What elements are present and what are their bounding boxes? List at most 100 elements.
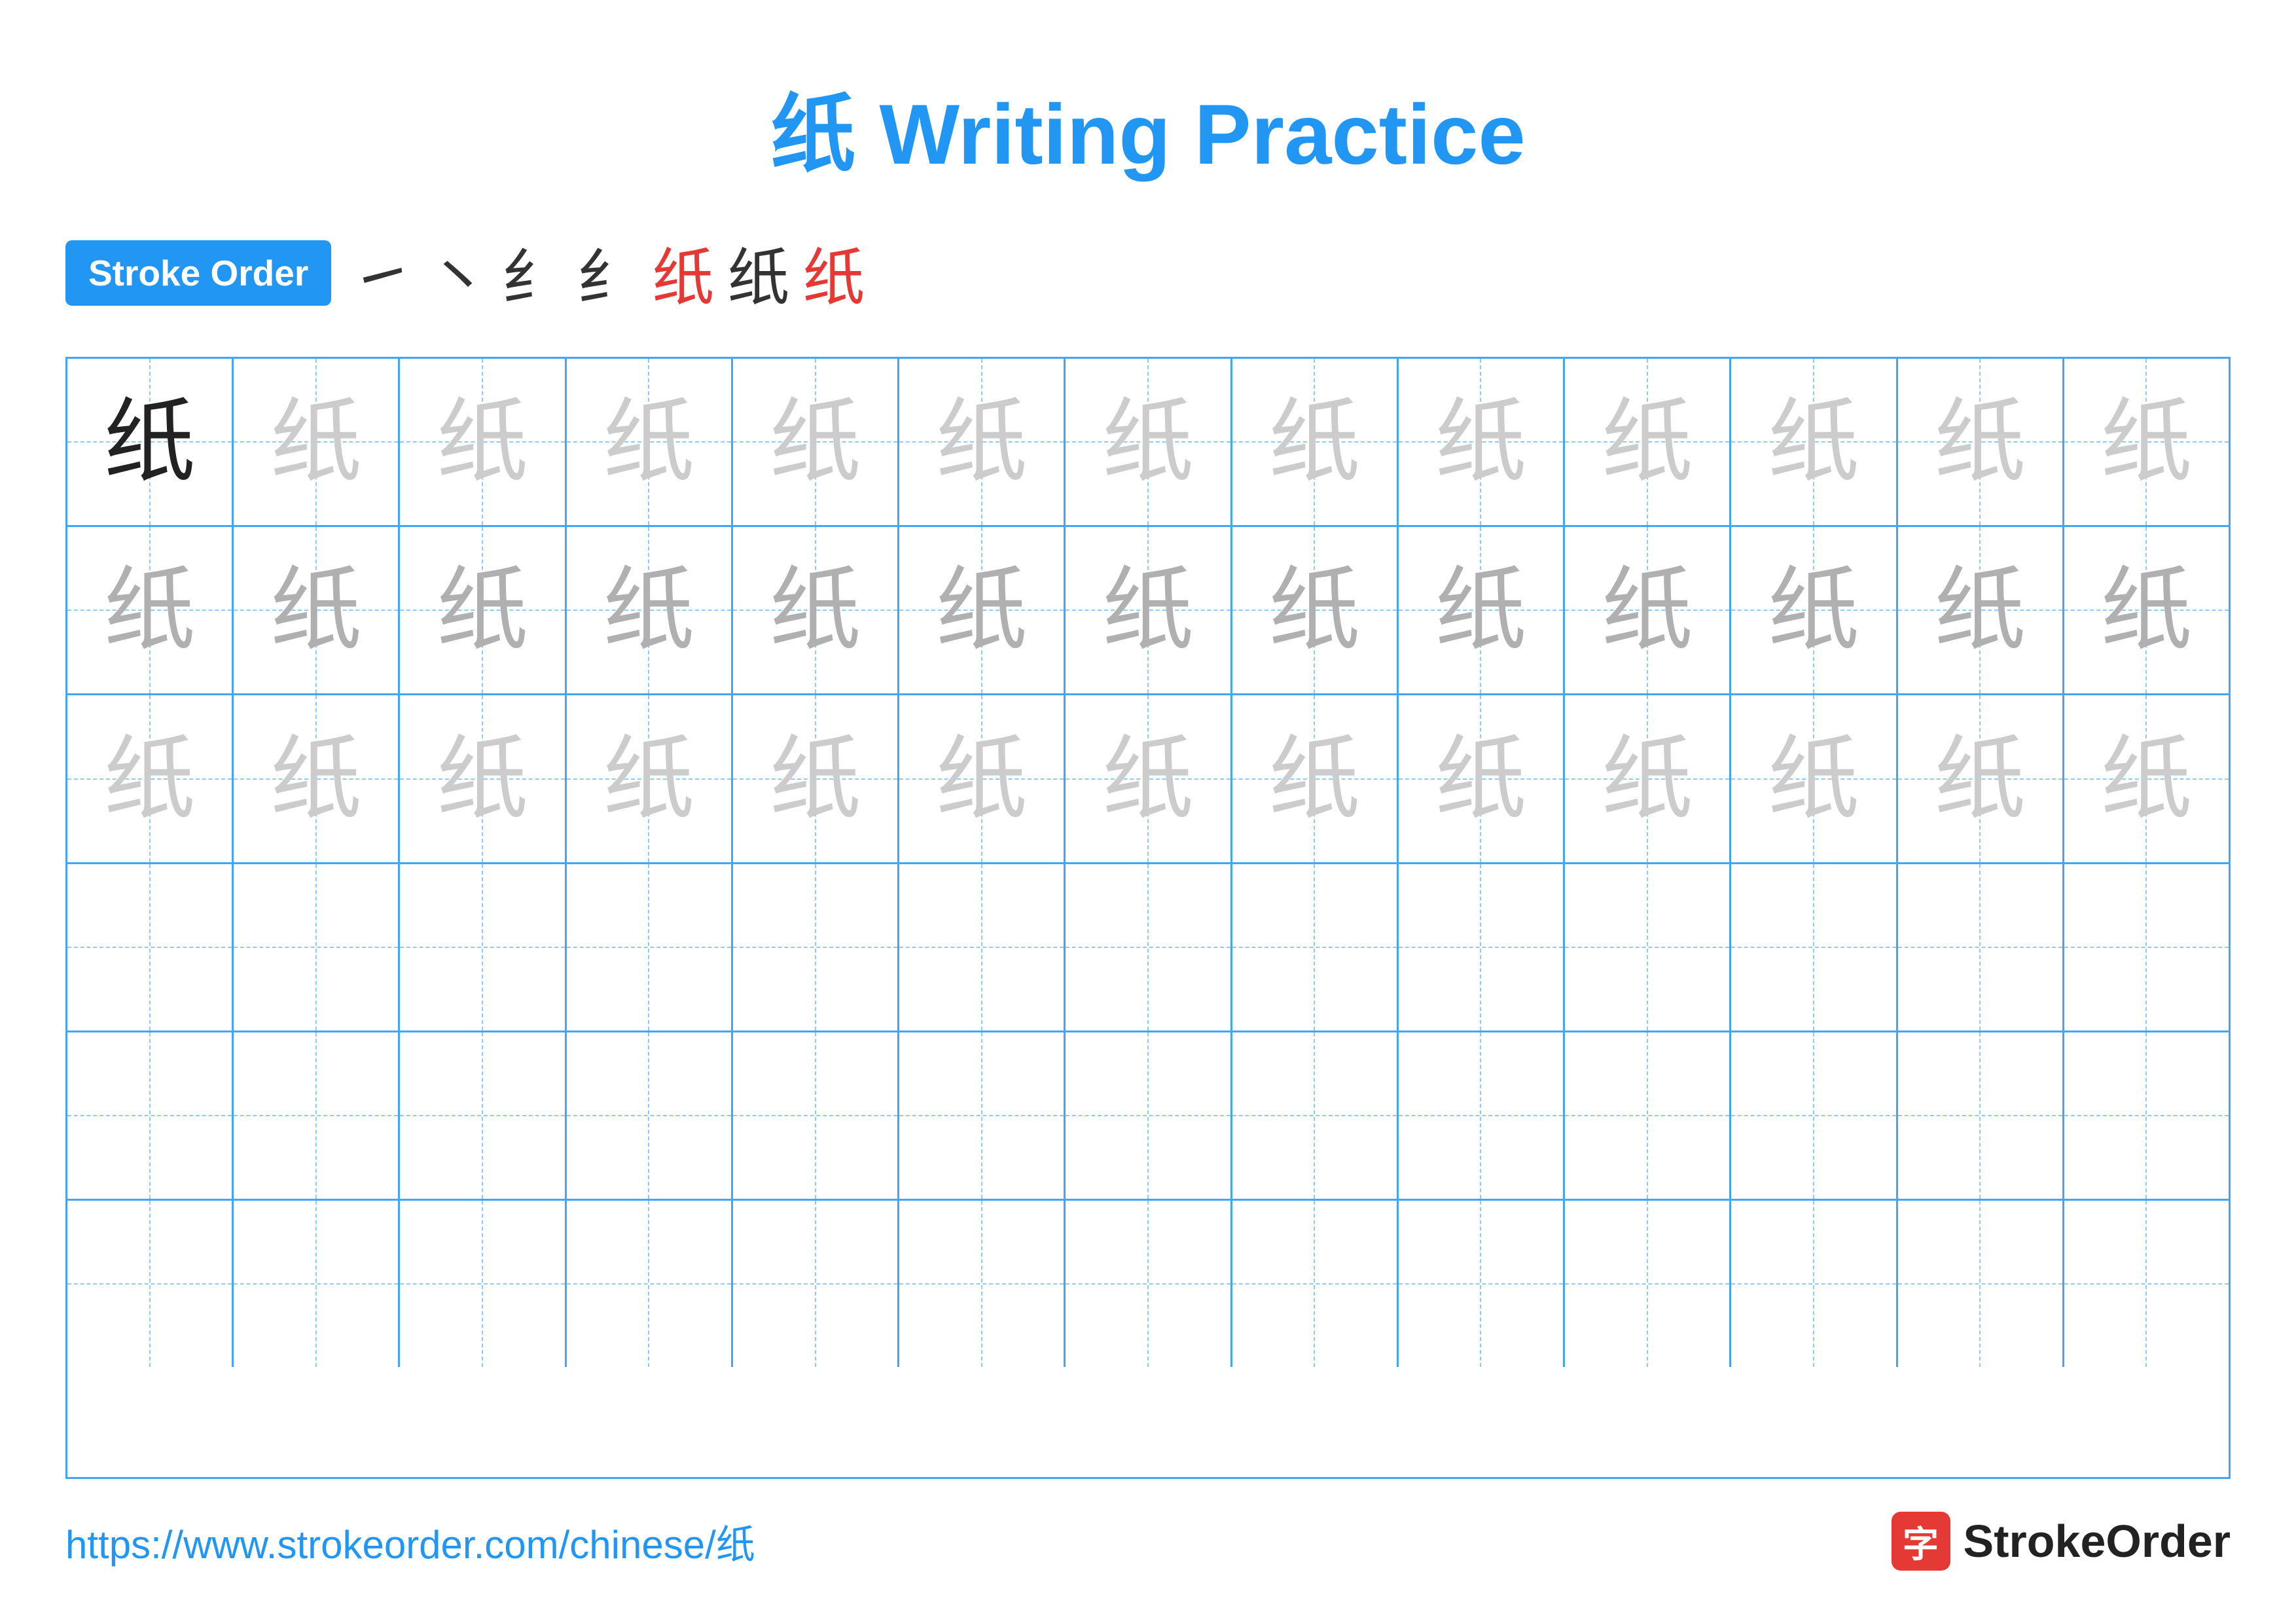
grid-cell-1-12: 纸 (1898, 359, 2064, 525)
char-guide: 纸 (1768, 564, 1859, 656)
grid-cell-5-2[interactable] (234, 1032, 400, 1199)
grid-cell-4-3[interactable] (400, 864, 566, 1030)
grid-row-1: 纸 纸 纸 纸 纸 纸 纸 纸 纸 (67, 359, 2229, 527)
grid-cell-5-6[interactable] (899, 1032, 1066, 1199)
grid-cell-6-1[interactable] (67, 1201, 234, 1367)
grid-cell-4-2[interactable] (234, 864, 400, 1030)
grid-cell-4-4[interactable] (567, 864, 733, 1030)
grid-cell-4-9[interactable] (1399, 864, 1565, 1030)
grid-cell-4-7[interactable] (1066, 864, 1232, 1030)
grid-cell-5-1[interactable] (67, 1032, 234, 1199)
grid-cell-6-6[interactable] (899, 1201, 1066, 1367)
char-guide: 纸 (1934, 396, 2026, 488)
char-guide: 纸 (770, 396, 861, 488)
grid-cell-6-12[interactable] (1898, 1201, 2064, 1367)
char-guide: 纸 (1934, 564, 2026, 656)
grid-cell-4-13[interactable] (2064, 864, 2229, 1030)
char-guide: 纸 (437, 564, 528, 656)
grid-cell-5-12[interactable] (1898, 1032, 2064, 1199)
stroke-1: ㇀ (351, 228, 413, 318)
grid-cell-6-8[interactable] (1232, 1201, 1399, 1367)
grid-cell-4-1[interactable] (67, 864, 234, 1030)
char-guide: 纸 (936, 564, 1028, 656)
grid-cell-4-8[interactable] (1232, 864, 1399, 1030)
grid-cell-2-13: 纸 (2064, 527, 2229, 693)
grid-cell-6-13[interactable] (2064, 1201, 2229, 1367)
grid-cell-3-3: 纸 (400, 695, 566, 862)
stroke-2: ㇔ (426, 228, 488, 318)
grid-cell-5-5[interactable] (733, 1032, 899, 1199)
grid-cell-3-7: 纸 (1066, 695, 1232, 862)
grid-cell-3-12: 纸 (1898, 695, 2064, 862)
stroke-sequence: ㇀ ㇔ 纟 纟 纸 纸 纸 (351, 228, 865, 318)
grid-row-3: 纸 纸 纸 纸 纸 纸 纸 纸 纸 (67, 695, 2229, 864)
grid-cell-3-11: 纸 (1731, 695, 1897, 862)
grid-cell-4-12[interactable] (1898, 864, 2064, 1030)
grid-cell-5-10[interactable] (1565, 1032, 1731, 1199)
char-guide: 纸 (104, 733, 196, 825)
grid-cell-6-3[interactable] (400, 1201, 566, 1367)
page: 纸 Writing Practice Stroke Order ㇀ ㇔ 纟 纟 … (0, 0, 2296, 1623)
stroke-5: 纸 (652, 228, 714, 318)
grid-cell-5-13[interactable] (2064, 1032, 2229, 1199)
grid-cell-5-9[interactable] (1399, 1032, 1565, 1199)
grid-cell-3-6: 纸 (899, 695, 1066, 862)
char-guide: 纸 (770, 733, 861, 825)
char-guide: 纸 (2100, 733, 2192, 825)
char-guide: 纸 (2100, 564, 2192, 656)
grid-cell-6-2[interactable] (234, 1201, 400, 1367)
grid-cell-4-11[interactable] (1731, 864, 1897, 1030)
grid-cell-6-11[interactable] (1731, 1201, 1897, 1367)
char-dark: 纸 (104, 396, 196, 488)
char-guide: 纸 (770, 564, 861, 656)
grid-cell-3-2: 纸 (234, 695, 400, 862)
char-guide: 纸 (437, 733, 528, 825)
grid-cell-5-11[interactable] (1731, 1032, 1897, 1199)
grid-cell-5-7[interactable] (1066, 1032, 1232, 1199)
grid-cell-6-7[interactable] (1066, 1201, 1232, 1367)
grid-cell-4-10[interactable] (1565, 864, 1731, 1030)
grid-cell-3-13: 纸 (2064, 695, 2229, 862)
grid-cell-1-4: 纸 (567, 359, 733, 525)
grid-row-4 (67, 864, 2229, 1032)
grid-cell-6-10[interactable] (1565, 1201, 1731, 1367)
char-guide: 纸 (1435, 564, 1526, 656)
char-guide: 纸 (1934, 733, 2026, 825)
stroke-4: 纟 (577, 228, 639, 318)
grid-cell-6-5[interactable] (733, 1201, 899, 1367)
char-guide: 纸 (2100, 396, 2192, 488)
grid-cell-3-8: 纸 (1232, 695, 1399, 862)
grid-cell-1-9: 纸 (1399, 359, 1565, 525)
grid-cell-6-4[interactable] (567, 1201, 733, 1367)
grid-cell-2-8: 纸 (1232, 527, 1399, 693)
grid-cell-3-1: 纸 (67, 695, 234, 862)
char-guide: 纸 (270, 564, 362, 656)
grid-cell-3-4: 纸 (567, 695, 733, 862)
grid-cell-5-3[interactable] (400, 1032, 566, 1199)
char-guide: 纸 (1102, 733, 1194, 825)
grid-cell-1-5: 纸 (733, 359, 899, 525)
footer-logo: 字 StrokeOrder (1892, 1512, 2231, 1571)
grid-cell-5-4[interactable] (567, 1032, 733, 1199)
stroke-order-row: Stroke Order ㇀ ㇔ 纟 纟 纸 纸 纸 (65, 228, 2231, 318)
grid-cell-2-4: 纸 (567, 527, 733, 693)
char-guide: 纸 (936, 733, 1028, 825)
grid-cell-5-8[interactable] (1232, 1032, 1399, 1199)
grid-cell-4-6[interactable] (899, 864, 1066, 1030)
char-guide: 纸 (603, 564, 694, 656)
char-guide: 纸 (603, 396, 694, 488)
grid-cell-3-9: 纸 (1399, 695, 1565, 862)
grid-cell-4-5[interactable] (733, 864, 899, 1030)
grid-cell-1-13: 纸 (2064, 359, 2229, 525)
char-guide: 纸 (1768, 396, 1859, 488)
char-guide: 纸 (270, 733, 362, 825)
logo-icon: 字 (1892, 1512, 1950, 1571)
char-guide: 纸 (603, 733, 694, 825)
stroke-7: 纸 (802, 228, 865, 318)
grid-cell-2-10: 纸 (1565, 527, 1731, 693)
grid-cell-6-9[interactable] (1399, 1201, 1565, 1367)
grid-cell-2-5: 纸 (733, 527, 899, 693)
stroke-3: 纟 (501, 228, 564, 318)
practice-grid: 纸 纸 纸 纸 纸 纸 纸 纸 纸 (65, 357, 2231, 1479)
footer-url[interactable]: https://www.strokeorder.com/chinese/纸 (65, 1513, 755, 1570)
